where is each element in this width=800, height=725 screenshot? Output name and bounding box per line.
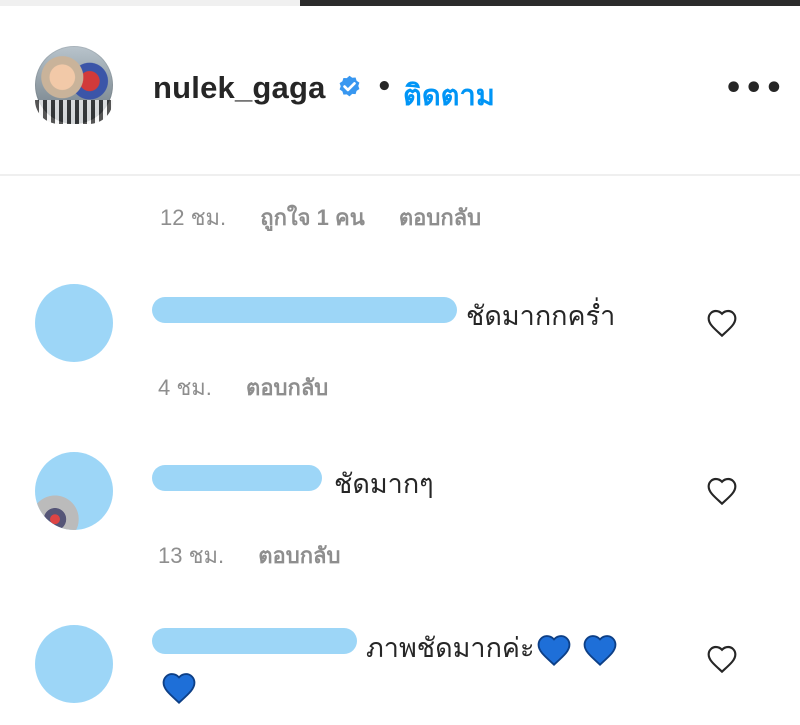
heart-outline-icon[interactable] <box>706 476 738 506</box>
comment-time: 4 ชม. <box>158 375 212 400</box>
comment-text: ภาพชัดมากค่ะ <box>366 633 535 663</box>
comment-like-count[interactable]: ถูกใจ 1 คน <box>260 205 365 230</box>
comment-text-line: ภาพชัดมากค่ะ <box>366 626 619 669</box>
profile-username[interactable]: nulek_gaga <box>153 70 326 106</box>
commenter-avatar[interactable] <box>35 625 113 703</box>
blue-heart-emoji <box>162 673 196 704</box>
header-divider <box>0 174 800 176</box>
blue-heart-emoji <box>583 635 616 666</box>
commenter-username-redacted[interactable] <box>152 297 457 323</box>
comment-meta-row: 13 ชม. ตอบกลับ <box>158 538 369 573</box>
comment-meta-row: 12 ชม. ถูกใจ 1 คน ตอบกลับ <box>160 200 509 235</box>
comment-reply-button[interactable]: ตอบกลับ <box>258 543 340 568</box>
blue-heart-emoji <box>537 635 570 666</box>
heart-outline-icon[interactable] <box>706 308 738 338</box>
comment-text: ชัดมากกคร่ำ <box>466 301 616 331</box>
comment-time: 13 ชม. <box>158 543 225 568</box>
commenter-avatar[interactable] <box>35 452 113 530</box>
commenter-username-redacted[interactable] <box>152 628 357 654</box>
comment-meta-row: 4 ชม. ตอบกลับ <box>158 370 356 405</box>
follow-button[interactable]: ติดตาม <box>403 72 495 118</box>
comment-time: 12 ชม. <box>160 205 227 230</box>
avatar-photo-fragment <box>35 494 85 530</box>
heart-outline-icon[interactable] <box>706 644 738 674</box>
commenter-avatar[interactable] <box>35 284 113 362</box>
header-separator: • <box>376 72 393 102</box>
profile-avatar-detail <box>35 100 113 124</box>
more-options-icon[interactable]: ••• <box>724 74 785 104</box>
comment-reply-button[interactable]: ตอบกลับ <box>246 375 328 400</box>
post-header <box>0 6 800 174</box>
comment-text: ชัดมากๆ <box>334 469 434 499</box>
commenter-username-redacted[interactable] <box>152 465 322 491</box>
verified-badge-icon <box>339 75 360 97</box>
comment-reply-button[interactable]: ตอบกลับ <box>399 205 481 230</box>
